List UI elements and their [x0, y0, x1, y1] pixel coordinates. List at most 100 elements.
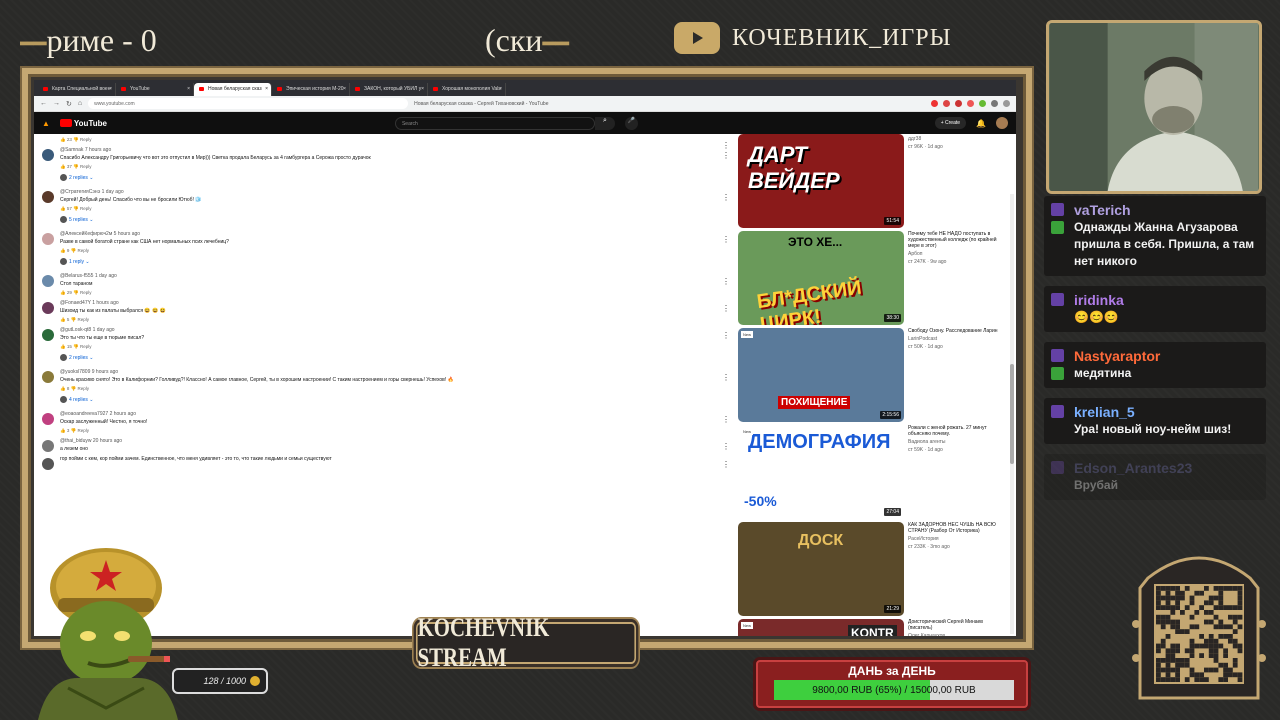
extension-icon[interactable] — [967, 100, 974, 107]
more-options-icon[interactable]: ⋮ — [722, 331, 730, 340]
tab[interactable]: Хорошая монополия Vals × — [428, 83, 506, 96]
search-input[interactable]: Search — [394, 116, 595, 130]
like-icon[interactable]: 👍 — [60, 290, 67, 295]
reply-button[interactable]: Reply — [80, 164, 92, 169]
recommended-video[interactable]: БЛ*ДСКИЙ ЦИРК! ЭТО ХЕ... 38:30 Почему тебе … — [738, 231, 1008, 328]
more-options-icon[interactable]: ⋮ — [722, 151, 730, 160]
comment-author[interactable]: @Fonaed47Y — [60, 300, 91, 306]
close-tab-icon[interactable]: × — [499, 86, 502, 92]
reply-button[interactable]: Reply — [77, 317, 89, 322]
comment-author[interactable]: @yuoksl7809 — [60, 369, 90, 375]
tab[interactable]: Новая беларуская сказ × — [194, 83, 272, 96]
comment-avatar[interactable] — [42, 440, 54, 452]
extension-icon[interactable] — [991, 100, 998, 107]
like-icon[interactable]: 👍 — [60, 428, 67, 433]
comment-avatar[interactable] — [42, 149, 54, 161]
video-channel[interactable]: LarinPodcast — [908, 336, 1004, 342]
recommended-video[interactable]: ДЕМОГРАФИЯ -50% 27:04 New Рожали с женой рож… — [738, 425, 1008, 522]
reply-button[interactable]: Reply — [77, 428, 89, 433]
video-thumbnail[interactable]: KONTR New — [738, 619, 904, 636]
comment-avatar[interactable] — [42, 413, 54, 425]
comment-author[interactable]: @eoaoandreeva7927 — [60, 411, 108, 417]
close-tab-icon[interactable]: × — [421, 86, 424, 92]
tab[interactable]: YouTube × — [116, 83, 194, 96]
comment-avatar[interactable] — [42, 191, 54, 203]
forward-icon[interactable]: → — [53, 100, 60, 107]
video-channel[interactable]: Олег Карнаухов — [908, 633, 1004, 636]
close-tab-icon[interactable]: × — [343, 86, 346, 92]
comment-avatar[interactable] — [42, 329, 54, 341]
video-channel[interactable]: РасеИстория — [908, 536, 1004, 542]
more-options-icon[interactable]: ⋮ — [722, 460, 730, 469]
video-channel[interactable]: Вадиола агенты — [908, 439, 1004, 445]
comment-author[interactable]: @thai_biduyw — [60, 438, 91, 444]
reply-button[interactable]: Reply — [77, 248, 89, 253]
comment-author[interactable]: @gutLosk-qt8 — [60, 327, 91, 333]
replies-toggle[interactable]: 2 replies ⌄ — [40, 354, 730, 361]
reply-button[interactable]: Reply — [80, 206, 92, 211]
dislike-icon[interactable]: 👎 — [72, 344, 80, 349]
tab[interactable]: Карта Специальной воен × — [38, 83, 116, 96]
video-thumbnail[interactable]: ПОХИЩЕНИЕ 2:15:56 New — [738, 328, 904, 422]
comment-avatar[interactable] — [42, 371, 54, 383]
recommended-video[interactable]: ПОХИЩЕНИЕ 2:15:56 New Свободу Озону. Рассле… — [738, 328, 1008, 425]
search-button[interactable]: ⌕ — [594, 116, 615, 130]
reply-button[interactable]: Reply — [80, 137, 92, 142]
scrollbar[interactable] — [1010, 194, 1014, 634]
like-icon[interactable]: 👍 — [60, 164, 67, 169]
like-icon[interactable]: 👍 — [60, 206, 67, 211]
like-icon[interactable]: 👍 — [60, 137, 67, 142]
more-options-icon[interactable]: ⋮ — [722, 373, 730, 382]
more-options-icon[interactable]: ⋮ — [722, 235, 730, 244]
more-options-icon[interactable]: ⋮ — [722, 277, 730, 286]
recommended-video[interactable]: ДОСК 21:29 КАК ЗАДОРНОВ НЕС ЧУШЬ НА ВСЮ СТ… — [738, 522, 1008, 619]
comment-author[interactable]: @Samnak — [60, 147, 83, 153]
comment-author[interactable]: @АлексейКефирюч2м — [60, 231, 112, 237]
back-icon[interactable]: ← — [40, 100, 47, 107]
tab[interactable]: ЗАКОН, который УБИЛ у × — [350, 83, 428, 96]
address-input[interactable]: www.youtube.com — [88, 98, 409, 109]
replies-toggle[interactable]: 5 replies ⌄ — [40, 216, 730, 223]
bell-icon[interactable]: 🔔 — [976, 119, 986, 128]
extension-icon[interactable] — [1003, 100, 1010, 107]
video-title[interactable]: Свободу Озону. Расследование Ларин — [908, 328, 1004, 334]
reload-icon[interactable]: ↻ — [66, 100, 72, 108]
extension-icon[interactable] — [931, 100, 938, 107]
video-thumbnail[interactable]: ДЕМОГРАФИЯ -50% 27:04 New — [738, 425, 904, 519]
extension-icon[interactable] — [943, 100, 950, 107]
comment-avatar[interactable] — [42, 233, 54, 245]
replies-toggle[interactable]: 1 reply ⌄ — [40, 258, 730, 265]
home-icon[interactable]: ⌂ — [78, 100, 82, 107]
mic-icon[interactable]: 🎤 — [624, 116, 638, 130]
comment-avatar[interactable] — [42, 302, 54, 314]
video-thumbnail[interactable]: ДОСК 21:29 — [738, 522, 904, 616]
reply-button[interactable]: Reply — [80, 344, 92, 349]
video-title[interactable]: КАК ЗАДОРНОВ НЕС ЧУШЬ НА ВСЮ СТРАНУ (Раз… — [908, 522, 1004, 534]
dislike-icon[interactable]: 👎 — [72, 164, 80, 169]
extension-icon[interactable] — [955, 100, 962, 107]
like-icon[interactable]: 👍 — [60, 344, 67, 349]
youtube-logo[interactable]: YouTube — [59, 119, 107, 128]
replies-toggle[interactable]: 2 replies ⌄ — [40, 174, 730, 181]
video-title[interactable]: Рожали с женой рожать. 27 минут объясняю… — [908, 425, 1004, 437]
more-options-icon[interactable]: ⋮ — [722, 442, 730, 451]
reply-button[interactable]: Reply — [77, 386, 89, 391]
create-button[interactable]: + Create — [934, 117, 967, 129]
like-icon[interactable]: 👍 — [60, 317, 67, 322]
comment-avatar[interactable] — [42, 275, 54, 287]
avatar[interactable] — [996, 117, 1008, 129]
dislike-icon[interactable]: 👎 — [72, 137, 80, 142]
video-title[interactable]: Почему тебе НЕ НАДО поступать в художест… — [908, 231, 1004, 249]
dislike-icon[interactable]: 👎 — [72, 206, 80, 211]
like-icon[interactable]: 👍 — [60, 248, 67, 253]
video-thumbnail[interactable]: БЛ*ДСКИЙ ЦИРК! ЭТО ХЕ... 38:30 — [738, 231, 904, 325]
more-options-icon[interactable]: ⋮ — [722, 304, 730, 313]
video-channel[interactable]: Арбоп — [908, 251, 1004, 257]
comment-avatar[interactable] — [42, 458, 54, 470]
more-options-icon[interactable]: ⋮ — [722, 415, 730, 424]
recommended-video[interactable]: KONTR New Доисторический Сергей Минаев (пи… — [738, 619, 1008, 636]
close-tab-icon[interactable]: × — [265, 86, 268, 92]
comment-author[interactable]: @Belarus-f555 — [60, 273, 93, 279]
close-tab-icon[interactable]: × — [187, 86, 190, 92]
close-tab-icon[interactable]: × — [109, 86, 112, 92]
